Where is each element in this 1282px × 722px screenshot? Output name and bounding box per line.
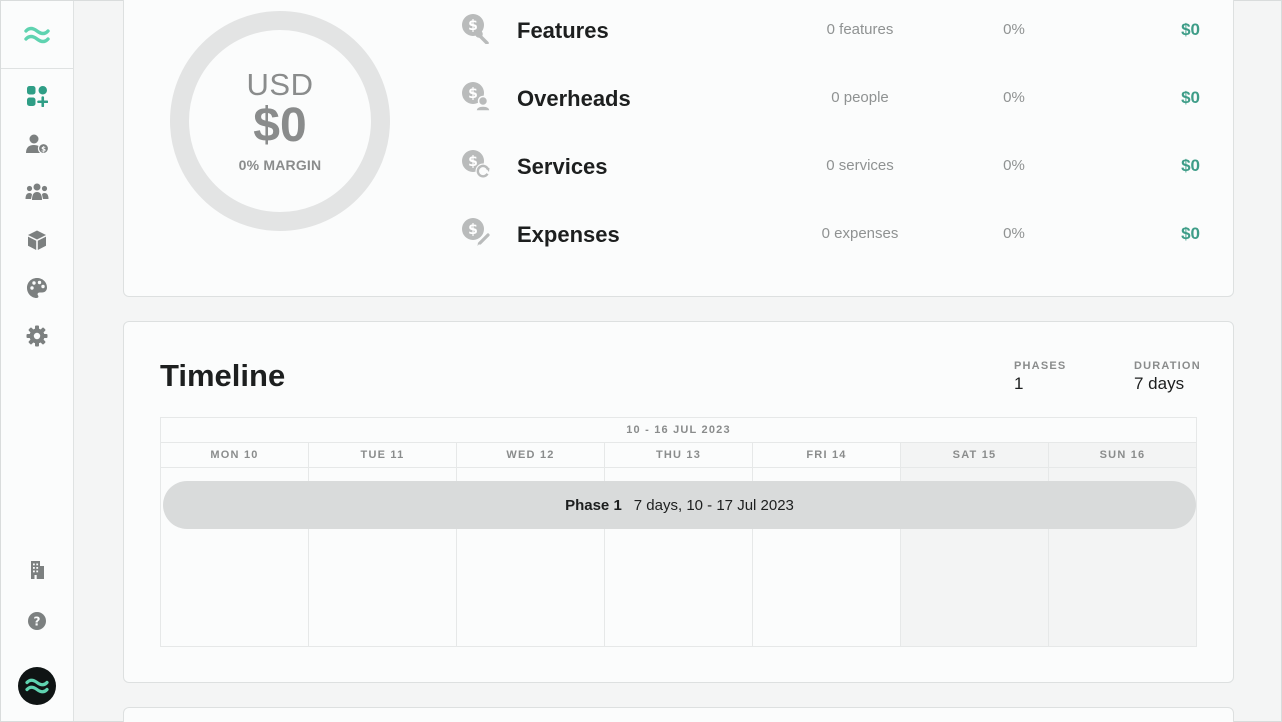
- day-column: FRI 14: [753, 443, 901, 646]
- user-billing-icon: $: [26, 134, 49, 155]
- cost-percent: 0%: [1003, 89, 1025, 106]
- timeline-title: Timeline: [160, 358, 286, 393]
- cost-name: Overheads: [517, 86, 631, 111]
- week-range-label: 10 - 16 JUL 2023: [161, 418, 1196, 443]
- day-header: FRI 14: [753, 443, 900, 468]
- cost-row-expenses[interactable]: $ Expenses 0 expenses 0% $0: [460, 216, 1200, 256]
- svg-text:$: $: [468, 222, 478, 238]
- cost-row-overheads[interactable]: $ Overheads 0 people 0% $0: [460, 80, 1200, 120]
- building-icon: [31, 561, 44, 579]
- timeline-grid: 10 - 16 JUL 2023 MON 10 TUE 11 WED 12 TH…: [160, 417, 1197, 647]
- cost-summary-card: USD $0 0% MARGIN $ Features 0 features 0…: [123, 0, 1234, 297]
- cost-percent: 0%: [1003, 225, 1025, 242]
- phases-value: 1: [1014, 374, 1024, 393]
- phase-detail: 7 days, 10 - 17 Jul 2023: [633, 496, 794, 514]
- svg-text:$: $: [41, 145, 46, 153]
- cost-name: Services: [517, 154, 608, 179]
- cost-name: Expenses: [517, 222, 620, 247]
- cost-count: 0 people: [831, 89, 889, 106]
- day-header: WED 12: [457, 443, 604, 468]
- wave-logo-icon: [25, 678, 49, 694]
- cost-count: 0 expenses: [821, 225, 899, 242]
- day-column: WED 12: [457, 443, 605, 646]
- dollar-wrench-icon: $: [462, 14, 490, 44]
- sidebar-item-user-billing[interactable]: $: [25, 132, 49, 156]
- settings-icon: [26, 325, 48, 347]
- box-icon: [28, 230, 46, 250]
- cost-value: $0: [1181, 88, 1200, 107]
- cost-percent: 0%: [1003, 157, 1025, 174]
- total-donut: USD $0 0% MARGIN: [170, 11, 390, 231]
- phase-bar[interactable]: Phase 1 7 days, 10 - 17 Jul 2023: [163, 481, 1196, 529]
- dollar-refresh-icon: $: [462, 150, 491, 179]
- sidebar-item-company[interactable]: [25, 558, 49, 582]
- cost-value: $0: [1181, 156, 1200, 175]
- phases-label: PHASES: [1014, 360, 1067, 372]
- next-card: [123, 707, 1234, 722]
- total-amount: $0: [253, 99, 307, 152]
- cost-value: $0: [1181, 224, 1200, 243]
- sidebar-item-help[interactable]: ?: [25, 609, 49, 633]
- app-window: $ ? USD $0 0% MARGIN $ Features 0 featur…: [0, 0, 1282, 722]
- svg-text:$: $: [468, 86, 478, 102]
- dollar-pencil-icon: $: [462, 218, 492, 247]
- sidebar-item-dashboard[interactable]: [25, 84, 49, 108]
- day-column-weekend: SAT 15: [901, 443, 1049, 646]
- cost-row-services[interactable]: $ Services 0 services 0% $0: [460, 148, 1200, 188]
- dollar-person-icon: $: [462, 82, 491, 112]
- dashboard-icon: [27, 86, 48, 107]
- day-header: MON 10: [161, 443, 308, 468]
- avatar[interactable]: [18, 667, 56, 705]
- sidebar-item-products[interactable]: [25, 228, 49, 252]
- svg-text:?: ?: [34, 615, 41, 629]
- duration-value: 7 days: [1134, 374, 1185, 393]
- help-icon: ?: [28, 612, 46, 630]
- day-column-weekend: SUN 16: [1049, 443, 1196, 646]
- day-column: THU 13: [605, 443, 753, 646]
- cost-percent: 0%: [1003, 21, 1025, 38]
- day-header: TUE 11: [309, 443, 456, 468]
- timeline-card: Timeline PHASES 1 DURATION 7 days 10 - 1…: [123, 321, 1234, 683]
- sidebar: $ ?: [1, 1, 74, 721]
- cost-count: 0 services: [826, 157, 894, 174]
- cost-value: $0: [1181, 20, 1200, 39]
- day-column: TUE 11: [309, 443, 457, 646]
- day-header: SAT 15: [901, 443, 1048, 468]
- sidebar-item-theme[interactable]: [25, 276, 49, 300]
- duration-stat: DURATION 7 days: [1134, 360, 1201, 394]
- cost-row-features[interactable]: $ Features 0 features 0% $0: [460, 12, 1200, 52]
- day-header: SUN 16: [1049, 443, 1196, 468]
- cost-name: Features: [517, 18, 609, 43]
- margin-label: 0% MARGIN: [238, 157, 322, 173]
- sidebar-item-settings[interactable]: [25, 324, 49, 348]
- currency-label: USD: [246, 67, 314, 102]
- phases-stat: PHASES 1: [1014, 360, 1066, 394]
- duration-label: DURATION: [1134, 360, 1201, 372]
- logo[interactable]: [1, 1, 73, 69]
- day-column: MON 10: [161, 443, 309, 646]
- wave-logo-icon: [24, 26, 50, 43]
- team-icon: [25, 183, 49, 200]
- day-header: THU 13: [605, 443, 752, 468]
- palette-icon: [27, 278, 47, 298]
- sidebar-item-team[interactable]: [25, 180, 49, 204]
- cost-count: 0 features: [826, 21, 894, 38]
- phase-name: Phase 1: [565, 496, 622, 514]
